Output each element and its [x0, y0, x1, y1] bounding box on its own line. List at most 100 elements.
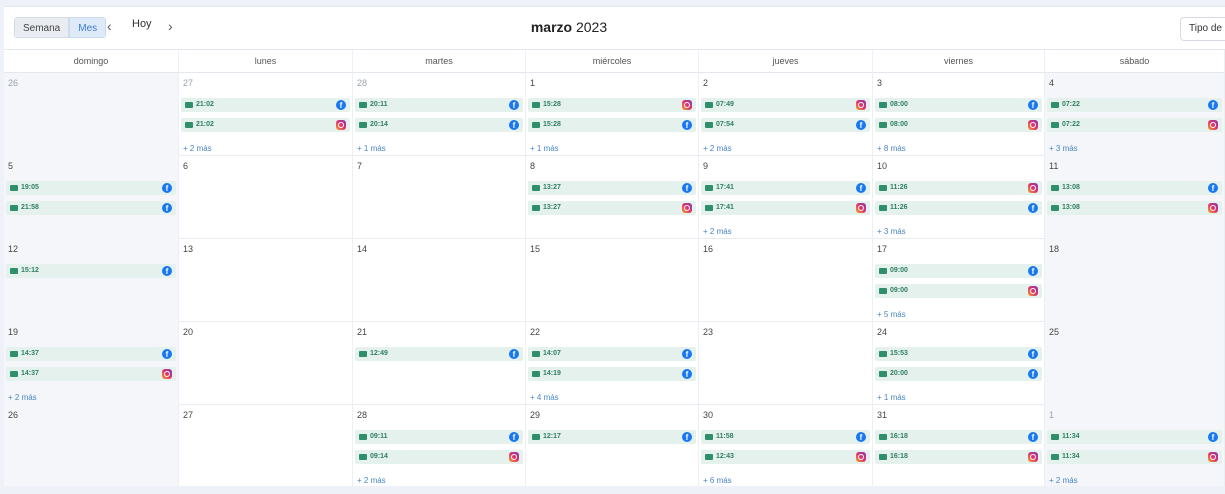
- more-events-link[interactable]: + 8 más: [877, 144, 906, 153]
- more-events-link[interactable]: + 2 más: [703, 144, 732, 153]
- day-cell[interactable]: 26: [4, 405, 179, 486]
- day-cell[interactable]: 3 08:00 f 08:00 + 8 más: [873, 73, 1045, 156]
- event-chip[interactable]: 17:41: [701, 201, 870, 215]
- more-events-link[interactable]: + 2 más: [183, 144, 212, 153]
- more-events-link[interactable]: + 3 más: [1049, 144, 1078, 153]
- day-cell[interactable]: 28 20:11 f 20:14 f + 1 más: [353, 73, 526, 156]
- day-cell[interactable]: 1 15:28 15:28 f + 1 más: [526, 73, 699, 156]
- event-chip[interactable]: 21:02: [181, 118, 350, 132]
- day-cell[interactable]: 20: [179, 322, 353, 405]
- day-cell[interactable]: 4 07:22 f 07:22 + 3 más: [1045, 73, 1225, 156]
- event-chip[interactable]: 11:26: [875, 181, 1042, 195]
- post-icon: [10, 185, 18, 191]
- event-chip[interactable]: 15:28 f: [528, 118, 696, 132]
- more-events-link[interactable]: + 1 más: [877, 393, 906, 402]
- event-chip[interactable]: 09:00 f: [875, 264, 1042, 278]
- event-chip[interactable]: 07:54 f: [701, 118, 870, 132]
- more-events-link[interactable]: + 3 más: [877, 227, 906, 236]
- day-cell[interactable]: 9 17:41 f 17:41 + 2 más: [699, 156, 873, 239]
- day-cell[interactable]: 27: [179, 405, 353, 486]
- day-cell[interactable]: 15: [526, 239, 699, 322]
- event-chip[interactable]: 14:07 f: [528, 347, 696, 361]
- event-chip[interactable]: 20:11 f: [355, 98, 523, 112]
- day-cell[interactable]: 14: [353, 239, 526, 322]
- event-time: 07:22: [1062, 121, 1080, 128]
- day-cell[interactable]: 12 15:12 f: [4, 239, 179, 322]
- more-events-link[interactable]: + 1 más: [357, 144, 386, 153]
- day-cell[interactable]: 29 12:17 f: [526, 405, 699, 486]
- event-chip[interactable]: 08:00: [875, 118, 1042, 132]
- event-chip[interactable]: 07:22: [1047, 118, 1222, 132]
- event-chip[interactable]: 09:00: [875, 284, 1042, 298]
- event-chip[interactable]: 16:18: [875, 450, 1042, 464]
- instagram-icon: [1028, 452, 1038, 462]
- event-chip[interactable]: 07:22 f: [1047, 98, 1222, 112]
- day-cell[interactable]: 31 16:18 f 16:18: [873, 405, 1045, 486]
- event-chip[interactable]: 11:26 f: [875, 201, 1042, 215]
- event-chip[interactable]: 20:14 f: [355, 118, 523, 132]
- day-cell[interactable]: 16: [699, 239, 873, 322]
- day-cell[interactable]: 7: [353, 156, 526, 239]
- event-chip[interactable]: 08:00 f: [875, 98, 1042, 112]
- event-chip[interactable]: 21:02 f: [181, 98, 350, 112]
- day-cell[interactable]: 23: [699, 322, 873, 405]
- day-cell[interactable]: 6: [179, 156, 353, 239]
- event-time: 21:02: [196, 101, 214, 108]
- more-events-link[interactable]: + 4 más: [530, 393, 559, 402]
- more-events-link[interactable]: + 6 más: [703, 476, 732, 485]
- event-chip[interactable]: 13:27: [528, 201, 696, 215]
- event-chip[interactable]: 11:34 f: [1047, 430, 1222, 444]
- instagram-icon: [1208, 203, 1218, 213]
- event-chip[interactable]: 12:49 f: [355, 347, 523, 361]
- day-cell[interactable]: 22 14:07 f 14:19 f + 4 más: [526, 322, 699, 405]
- event-chip[interactable]: 07:49: [701, 98, 870, 112]
- event-chip[interactable]: 11:58 f: [701, 430, 870, 444]
- event-chip[interactable]: 13:08 f: [1047, 181, 1222, 195]
- event-chip[interactable]: 13:27 f: [528, 181, 696, 195]
- day-cell[interactable]: 30 11:58 f 12:43 + 6 más: [699, 405, 873, 486]
- more-events-link[interactable]: + 2 más: [8, 393, 37, 402]
- day-cell[interactable]: 8 13:27 f 13:27: [526, 156, 699, 239]
- event-chip[interactable]: 12:43: [701, 450, 870, 464]
- day-cell[interactable]: 13: [179, 239, 353, 322]
- more-events-link[interactable]: + 1 más: [530, 144, 559, 153]
- event-chip[interactable]: 20:00 f: [875, 367, 1042, 381]
- event-chip[interactable]: 15:28: [528, 98, 696, 112]
- event-time: 20:14: [370, 121, 388, 128]
- event-chip[interactable]: 17:41 f: [701, 181, 870, 195]
- day-cell[interactable]: 19 14:37 f 14:37 + 2 más: [4, 322, 179, 405]
- event-chip[interactable]: 14:37: [6, 367, 176, 381]
- event-time: 15:12: [21, 267, 39, 274]
- day-cell[interactable]: 17 09:00 f 09:00 + 5 más: [873, 239, 1045, 322]
- more-events-link[interactable]: + 5 más: [877, 310, 906, 319]
- day-cell[interactable]: 24 15:53 f 20:00 f + 1 más: [873, 322, 1045, 405]
- event-chip[interactable]: 11:34: [1047, 450, 1222, 464]
- day-cell[interactable]: 11 13:08 f 13:08: [1045, 156, 1225, 239]
- event-chip[interactable]: 15:53 f: [875, 347, 1042, 361]
- event-chip[interactable]: 13:08: [1047, 201, 1222, 215]
- more-events-link[interactable]: + 2 más: [703, 227, 732, 236]
- event-chip[interactable]: 15:12 f: [6, 264, 176, 278]
- day-cell[interactable]: 5 19:05 f 21:58 f: [4, 156, 179, 239]
- event-chip[interactable]: 19:05 f: [6, 181, 176, 195]
- type-filter-button[interactable]: Tipo de: [1180, 17, 1225, 41]
- event-chip[interactable]: 09:11 f: [355, 430, 523, 444]
- day-cell[interactable]: 18: [1045, 239, 1225, 322]
- day-cell[interactable]: 28 09:11 f 09:14 + 2 más: [353, 405, 526, 486]
- day-cell[interactable]: 10 11:26 11:26 f + 3 más: [873, 156, 1045, 239]
- day-cell[interactable]: 1 11:34 f 11:34 + 2 más: [1045, 405, 1225, 486]
- more-events-link[interactable]: + 2 más: [1049, 476, 1078, 485]
- day-number: 31: [877, 410, 888, 420]
- day-cell[interactable]: 26: [4, 73, 179, 156]
- event-chip[interactable]: 21:58 f: [6, 201, 176, 215]
- event-chip[interactable]: 09:14: [355, 450, 523, 464]
- more-events-link[interactable]: + 2 más: [357, 476, 386, 485]
- day-cell[interactable]: 21 12:49 f: [353, 322, 526, 405]
- event-chip[interactable]: 14:19 f: [528, 367, 696, 381]
- event-chip[interactable]: 16:18 f: [875, 430, 1042, 444]
- event-chip[interactable]: 14:37 f: [6, 347, 176, 361]
- day-cell[interactable]: 2 07:49 07:54 f + 2 más: [699, 73, 873, 156]
- day-cell[interactable]: 25: [1045, 322, 1225, 405]
- event-chip[interactable]: 12:17 f: [528, 430, 696, 444]
- day-cell[interactable]: 27 21:02 f 21:02 + 2 más: [179, 73, 353, 156]
